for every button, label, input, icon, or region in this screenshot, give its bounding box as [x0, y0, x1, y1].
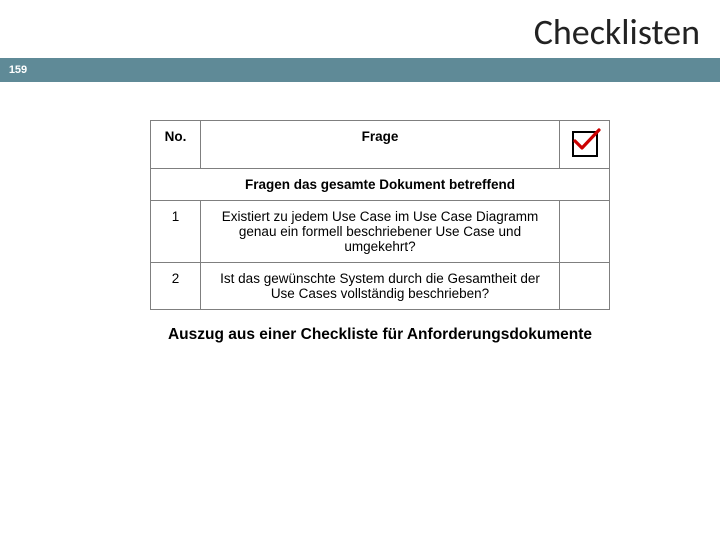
table-section-row: Fragen das gesamte Dokument betreffend — [151, 169, 610, 201]
table-row: 2 Ist das gewünschte System durch die Ge… — [151, 263, 610, 310]
checklist-table: No. Frage Fragen das gesamte Dokument be… — [150, 120, 610, 310]
col-header-check — [560, 121, 610, 169]
row-question: Ist das gewünschte System durch die Gesa… — [201, 263, 560, 310]
table-header-row: No. Frage — [151, 121, 610, 169]
row-check-cell — [560, 263, 610, 310]
row-question: Existiert zu jedem Use Case im Use Case … — [201, 201, 560, 263]
section-heading: Fragen das gesamte Dokument betreffend — [151, 169, 610, 201]
row-no: 1 — [151, 201, 201, 263]
content-area: No. Frage Fragen das gesamte Dokument be… — [150, 120, 610, 344]
slide: Checklisten 159 No. Frage — [0, 0, 720, 540]
checkmark-icon — [572, 131, 598, 157]
header-bar: 159 — [0, 58, 720, 82]
row-check-cell — [560, 201, 610, 263]
table-row: 1 Existiert zu jedem Use Case im Use Cas… — [151, 201, 610, 263]
row-no: 2 — [151, 263, 201, 310]
table-caption: Auszug aus einer Checkliste für Anforder… — [150, 326, 610, 344]
header-bar-fill — [36, 58, 720, 82]
page-number: 159 — [0, 58, 36, 82]
col-header-no: No. — [151, 121, 201, 169]
col-header-frage: Frage — [201, 121, 560, 169]
slide-title: Checklisten — [0, 10, 700, 54]
